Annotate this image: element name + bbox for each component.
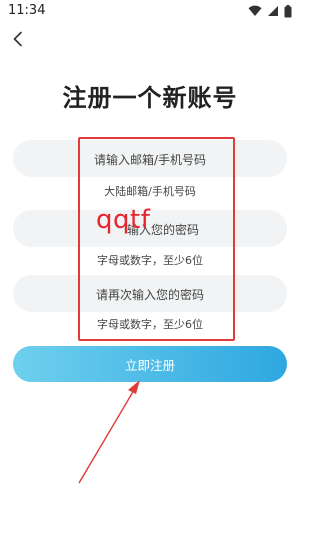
annotation-arrow xyxy=(78,380,140,484)
